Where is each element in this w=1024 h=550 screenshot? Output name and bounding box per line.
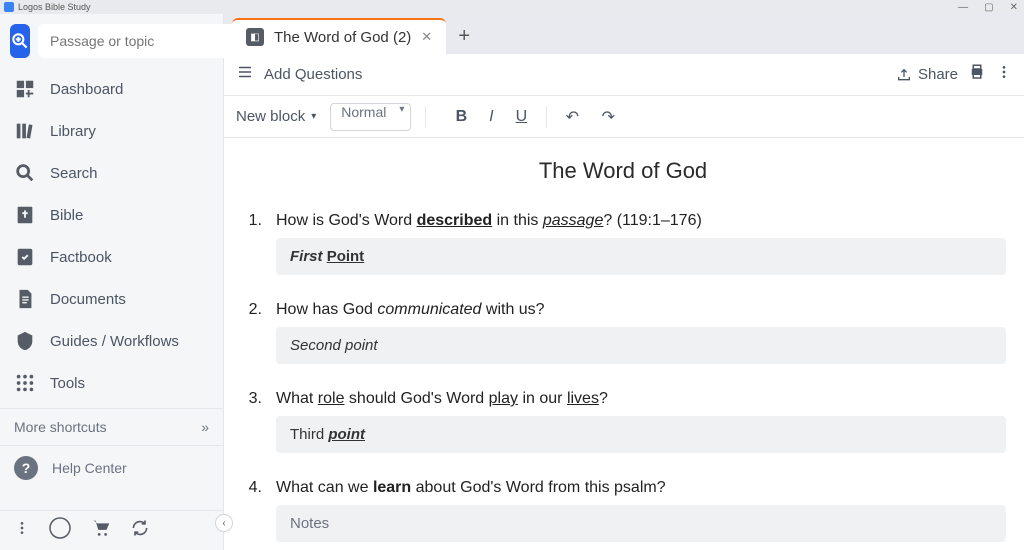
nav-label: Factbook [50, 249, 112, 266]
bold-button[interactable]: B [450, 108, 472, 126]
new-block-label: New block [236, 108, 305, 125]
document-title: The Word of God [240, 158, 1006, 184]
documents-icon [14, 288, 36, 310]
cart-icon[interactable] [90, 517, 112, 544]
app-name: Logos Bible Study [18, 2, 91, 12]
sidebar-item-library[interactable]: Library [0, 110, 223, 152]
guides-icon [14, 330, 36, 352]
nav-label: Library [50, 123, 96, 140]
search-input[interactable] [38, 24, 243, 58]
share-button[interactable]: Share [896, 66, 958, 83]
question-number: 2. [240, 301, 262, 319]
nav-label: Bible [50, 207, 83, 224]
new-tab-button[interactable]: + [446, 18, 482, 54]
sidebar-item-guides[interactable]: Guides / Workflows [0, 320, 223, 362]
answer-box[interactable]: First Point [276, 238, 1006, 275]
minimize-button[interactable]: — [958, 2, 968, 13]
tools-icon [14, 372, 36, 394]
style-label: Normal [341, 104, 386, 120]
print-button[interactable] [968, 63, 986, 86]
add-questions-button[interactable]: Add Questions [264, 66, 362, 83]
sidebar-item-dashboard[interactable]: Dashboard [0, 68, 223, 110]
underline-button[interactable]: U [510, 108, 532, 126]
sidebar-item-search[interactable]: Search [0, 152, 223, 194]
dashboard-icon [14, 78, 36, 100]
tab-active[interactable]: ◧ The Word of God (2) ✕ [232, 18, 446, 54]
main: ◧ The Word of God (2) ✕ + Add Questions … [224, 14, 1024, 550]
account-icon[interactable] [48, 516, 72, 545]
question-row: 3. What role should God's Word play in o… [240, 390, 1006, 408]
bottom-bar [0, 510, 223, 550]
factbook-icon [14, 246, 36, 268]
window-controls: — ▢ ✕ [958, 2, 1018, 13]
nav: Dashboard Library Search Bible Factbook … [0, 64, 223, 408]
question-text[interactable]: What role should God's Word play in our … [276, 390, 608, 408]
logo-button[interactable] [10, 24, 30, 58]
sync-icon[interactable] [130, 518, 150, 543]
italic-button[interactable]: I [480, 108, 502, 126]
document-body[interactable]: The Word of God 1. How is God's Word des… [224, 138, 1024, 550]
question-number: 4. [240, 479, 262, 497]
share-icon [896, 67, 912, 83]
more-label: More shortcuts [14, 419, 107, 435]
app-icon [4, 2, 14, 12]
question-row: 4. What can we learn about God's Word fr… [240, 479, 1006, 497]
library-icon [14, 120, 36, 142]
sermon-doc-icon: ◧ [246, 28, 264, 46]
question-text[interactable]: How is God's Word described in this pass… [276, 212, 702, 230]
question-number: 3. [240, 390, 262, 408]
hamburger-icon[interactable] [236, 63, 254, 86]
add-questions-label: Add Questions [264, 66, 362, 83]
divider [546, 106, 547, 128]
question-text[interactable]: What can we learn about God's Word from … [276, 479, 666, 497]
tabstrip: ◧ The Word of God (2) ✕ + [224, 14, 1024, 54]
panel-menu-button[interactable] [996, 64, 1012, 85]
more-menu-icon[interactable] [14, 520, 30, 541]
new-block-select[interactable]: New block ▾ [236, 108, 316, 125]
bible-icon [14, 204, 36, 226]
tab-close-button[interactable]: ✕ [421, 29, 432, 45]
undo-button[interactable]: ↶ [561, 107, 583, 127]
question-row: 2. How has God communicated with us? [240, 301, 1006, 319]
share-label: Share [918, 66, 958, 83]
go-icon [10, 31, 30, 51]
redo-button[interactable]: ↷ [597, 107, 619, 127]
style-select[interactable]: Normal [330, 103, 411, 131]
chevrons-right-icon: » [201, 419, 209, 435]
nav-label: Search [50, 165, 98, 182]
collapse-sidebar-button[interactable]: ‹ [215, 514, 233, 532]
help-label: Help Center [52, 460, 127, 476]
nav-label: Documents [50, 291, 126, 308]
more-shortcuts[interactable]: More shortcuts » [0, 408, 223, 445]
nav-label: Guides / Workflows [50, 333, 179, 350]
question-number: 1. [240, 212, 262, 230]
answer-box[interactable]: Second point [276, 327, 1006, 364]
panel-toolbar: Add Questions Share [224, 54, 1024, 96]
sidebar-item-bible[interactable]: Bible [0, 194, 223, 236]
help-icon: ? [14, 456, 38, 480]
nav-label: Tools [50, 375, 85, 392]
sidebar-item-documents[interactable]: Documents [0, 278, 223, 320]
sidebar-item-factbook[interactable]: Factbook [0, 236, 223, 278]
answer-box[interactable]: Third point [276, 416, 1006, 453]
maximize-button[interactable]: ▢ [984, 2, 993, 13]
answer-box[interactable]: Notes [276, 505, 1006, 542]
format-toolbar: New block ▾ Normal B I U ↶ ↷ [224, 96, 1024, 138]
sidebar-item-tools[interactable]: Tools [0, 362, 223, 404]
divider [425, 106, 426, 128]
close-window-button[interactable]: ✕ [1010, 2, 1018, 13]
search-icon [14, 162, 36, 184]
titlebar: Logos Bible Study — ▢ ✕ [0, 0, 1024, 14]
tab-label: The Word of God (2) [274, 29, 411, 46]
chevron-down-icon: ▾ [311, 111, 316, 122]
question-row: 1. How is God's Word described in this p… [240, 212, 1006, 230]
sidebar: Dashboard Library Search Bible Factbook … [0, 14, 224, 550]
nav-label: Dashboard [50, 81, 123, 98]
question-text[interactable]: How has God communicated with us? [276, 301, 545, 319]
help-center[interactable]: ? Help Center [0, 445, 223, 490]
